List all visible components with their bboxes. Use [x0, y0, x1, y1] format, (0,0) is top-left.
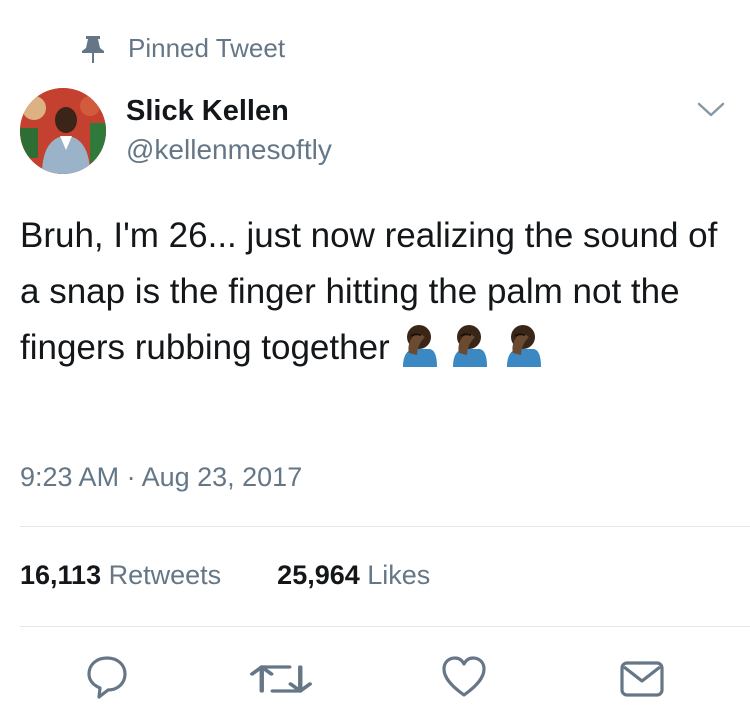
tweet-text: Bruh, I'm 26... just now realizing the s… [20, 208, 725, 376]
reply-icon [87, 656, 127, 699]
pinned-label: Pinned Tweet [128, 33, 286, 63]
tweet-body: Bruh, I'm 26... just now realizing the s… [20, 216, 718, 367]
divider [20, 626, 750, 627]
author-handle[interactable]: @kellenmesoftly [126, 134, 332, 166]
reply-button[interactable] [83, 653, 131, 701]
tweet-stats: 16,113 Retweets 25,964 Likes [20, 560, 486, 591]
facepalm-icon [403, 325, 438, 367]
like-icon [442, 656, 486, 697]
likes-count: 25,964 [277, 560, 360, 590]
retweet-icon [249, 665, 313, 693]
direct-message-button[interactable] [618, 655, 666, 703]
facepalm-icon [507, 325, 542, 367]
author-name[interactable]: Slick Kellen [126, 95, 289, 128]
retweets-label: Retweets [108, 560, 222, 590]
message-icon [620, 661, 664, 697]
retweet-button[interactable] [248, 655, 313, 703]
retweets-stat[interactable]: 16,113 Retweets [20, 560, 221, 591]
action-bar [0, 650, 750, 710]
avatar[interactable] [20, 88, 106, 174]
retweets-count: 16,113 [20, 560, 102, 590]
pinned-tweet-header: Pinned Tweet [80, 33, 285, 64]
likes-stat[interactable]: 25,964 Likes [277, 560, 430, 591]
tweet-timestamp[interactable]: 9:23 AM · Aug 23, 2017 [20, 462, 302, 493]
pin-icon [82, 35, 104, 63]
facepalm-icon [453, 325, 488, 367]
divider [20, 526, 750, 527]
likes-label: Likes [367, 560, 431, 590]
chevron-down-icon[interactable] [696, 100, 726, 120]
like-button[interactable] [440, 653, 488, 701]
